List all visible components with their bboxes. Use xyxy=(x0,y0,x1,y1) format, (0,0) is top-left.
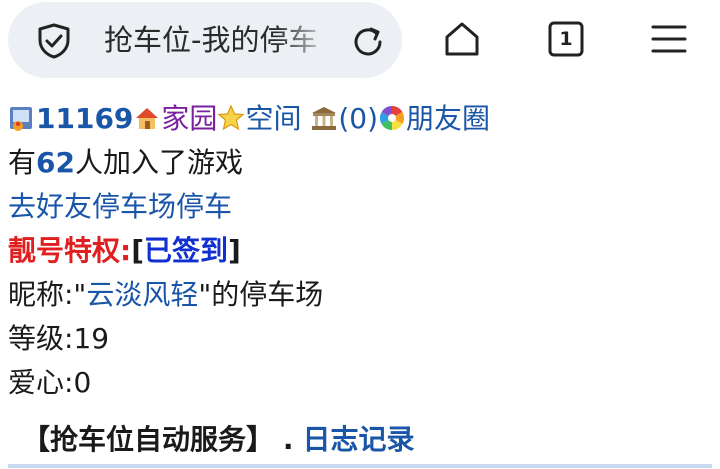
menu-icon[interactable] xyxy=(649,19,689,59)
friend-parking-row: 去好友停车场停车 xyxy=(8,185,232,229)
players-joined-text: 有62人加入了游戏 xyxy=(8,141,243,185)
building-icon xyxy=(312,107,337,130)
address-bar[interactable]: 抢车位-我的停车 xyxy=(8,2,402,78)
space-link[interactable]: 空间 xyxy=(245,102,301,135)
browser-toolbar: 抢车位-我的停车 1 xyxy=(0,0,720,80)
love-value: 0 xyxy=(73,366,92,399)
auto-service-link[interactable]: 【抢车位自动服务】 xyxy=(22,423,274,456)
nickname-prefix: 昵称:" xyxy=(8,278,87,311)
bracket-open: [ xyxy=(131,234,144,267)
home-icon[interactable] xyxy=(442,19,482,59)
bracket-close: ] xyxy=(228,234,241,267)
footer-row: 【抢车位自动服务】 . 日志记录 xyxy=(22,418,414,462)
shield-check-icon[interactable] xyxy=(35,22,73,60)
privilege-row: 靓号特权:[已签到] xyxy=(8,229,241,273)
house-icon xyxy=(136,108,159,129)
tab-switcher-button[interactable]: 1 xyxy=(546,19,586,59)
divider xyxy=(8,464,712,468)
home-link[interactable]: 家园 xyxy=(161,102,217,135)
url-text[interactable]: 抢车位-我的停车 xyxy=(104,20,334,60)
user-id-link[interactable]: 11169 xyxy=(36,102,133,135)
nickname-link[interactable]: 云淡风轻 xyxy=(86,278,198,311)
star-icon xyxy=(217,104,245,131)
log-link[interactable]: 日志记录 xyxy=(302,423,414,456)
nickname-row: 昵称:"云淡风轻"的停车场 xyxy=(8,273,323,317)
tab-count: 1 xyxy=(559,28,573,50)
friends-circle-icon xyxy=(380,106,405,130)
footer-separator: . xyxy=(282,423,294,456)
love-row: 爱心:0 xyxy=(8,361,91,405)
user-avatar-icon xyxy=(10,107,32,131)
level-row: 等级:19 xyxy=(8,317,109,361)
friends-circle-link[interactable]: 朋友圈 xyxy=(406,102,490,135)
level-value: 19 xyxy=(73,322,110,355)
nickname-suffix: "的停车场 xyxy=(198,278,324,311)
level-label: 等级: xyxy=(8,322,74,355)
love-label: 爱心: xyxy=(8,366,74,399)
joined-count: 62 xyxy=(36,146,75,179)
user-nav-row: 11169 家园 空间 (0) 朋友圈 xyxy=(8,97,490,141)
privilege-label: 靓号特权: xyxy=(8,234,132,267)
message-count-link[interactable]: (0) xyxy=(338,102,378,135)
friend-parking-link[interactable]: 去好友停车场停车 xyxy=(8,190,232,223)
reload-icon[interactable] xyxy=(349,23,387,61)
joined-prefix: 有 xyxy=(8,146,37,179)
joined-suffix: 人加入了游戏 xyxy=(74,146,243,179)
signed-in-status[interactable]: 已签到 xyxy=(144,234,228,267)
